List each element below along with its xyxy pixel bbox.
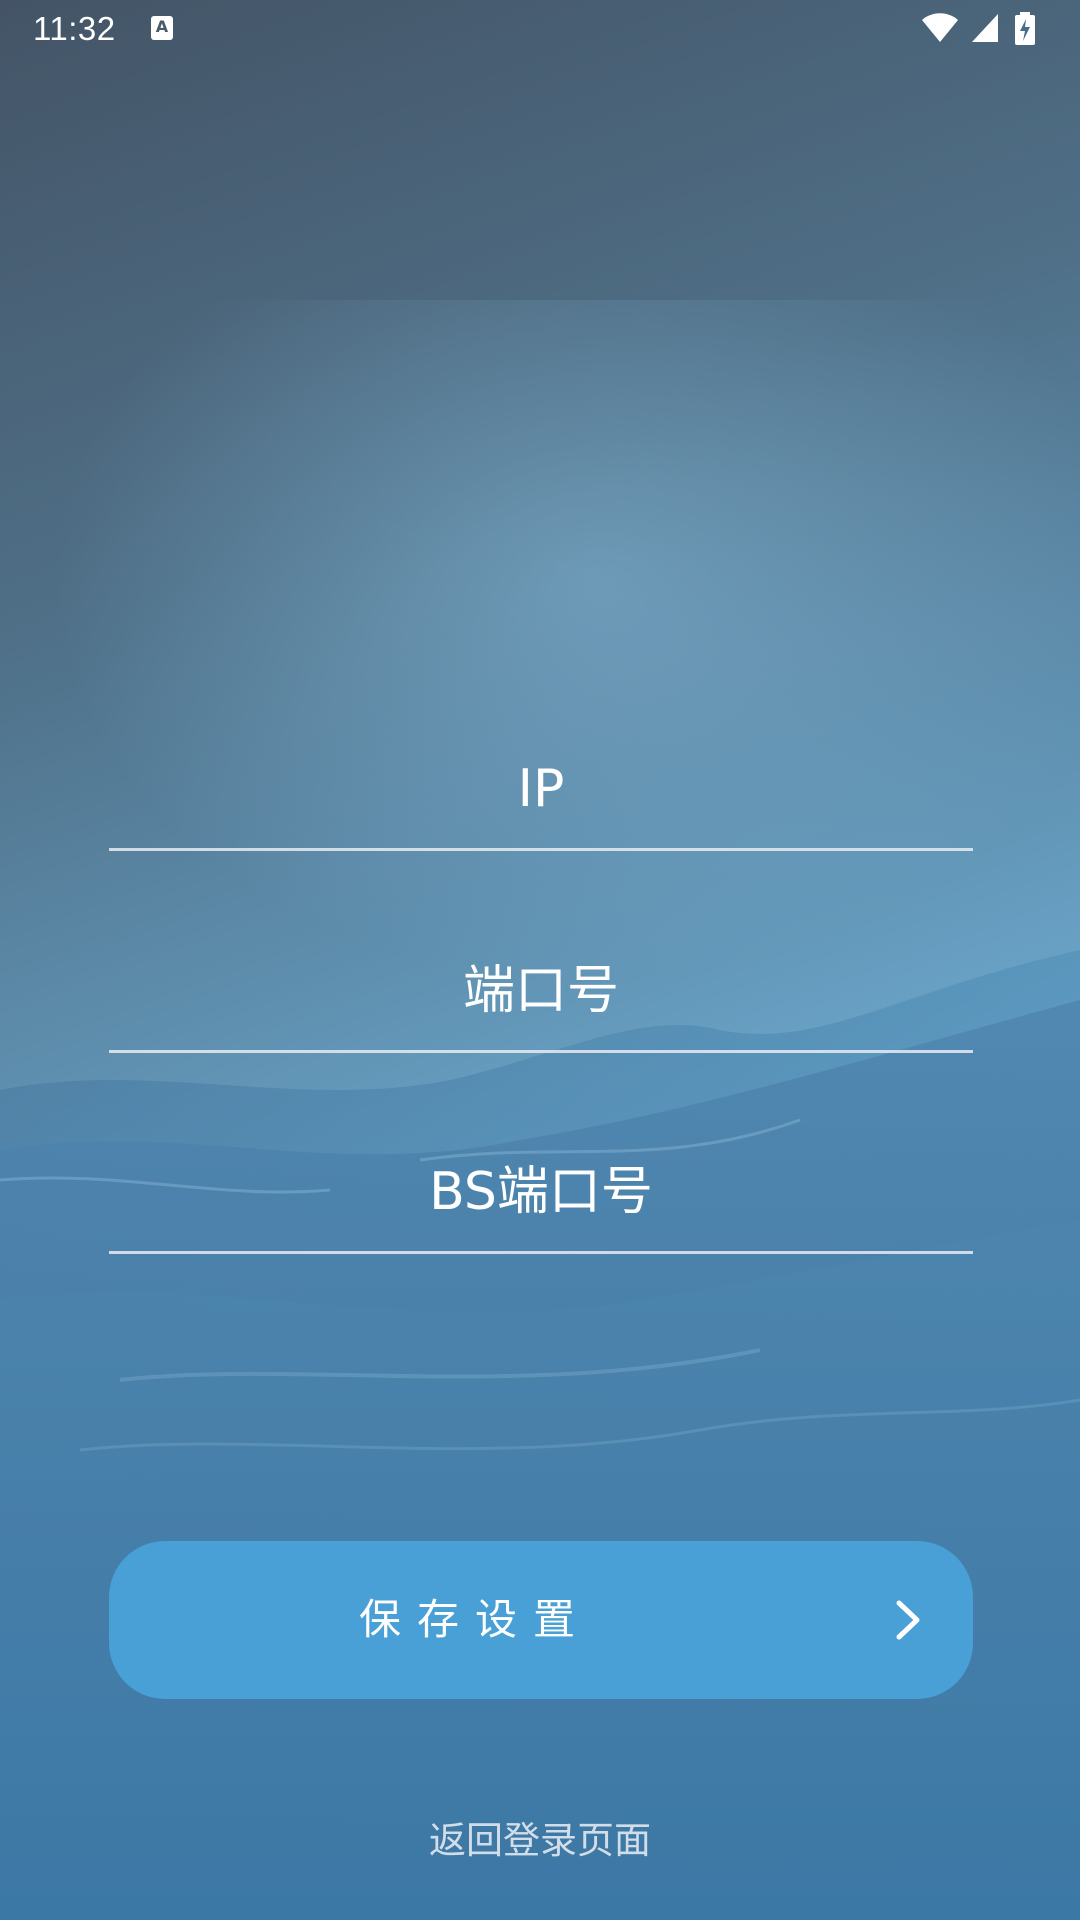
status-bar: 11:32 A [0, 0, 1080, 60]
ip-input[interactable] [109, 731, 973, 847]
wifi-icon [922, 13, 958, 42]
signal-icon [972, 14, 998, 42]
chevron-right-icon [896, 1600, 920, 1640]
save-settings-button[interactable]: 保存设置 [109, 1541, 973, 1699]
battery-charging-icon [1015, 12, 1035, 45]
port-field-container [109, 933, 973, 1053]
bs-port-underline [109, 1251, 973, 1254]
bs-port-field-container [109, 1134, 973, 1254]
a-icon: A [151, 16, 173, 40]
port-input[interactable] [109, 933, 973, 1049]
bs-port-input[interactable] [109, 1134, 973, 1250]
port-underline [109, 1050, 973, 1053]
ip-field-container [109, 731, 973, 851]
back-to-login-link[interactable]: 返回登录页面 [0, 1810, 1080, 1864]
save-settings-label: 保存设置 [358, 1595, 591, 1644]
ip-underline [109, 848, 973, 851]
status-time: 11:32 [33, 10, 116, 47]
